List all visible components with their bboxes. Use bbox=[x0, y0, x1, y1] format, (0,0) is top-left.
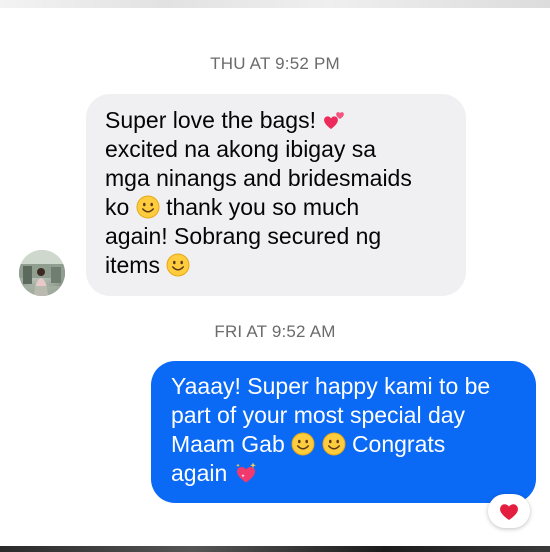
smiling-face-emoji bbox=[322, 432, 346, 456]
outgoing-text-4: Congrats bbox=[351, 431, 446, 457]
avatar-photo-icon bbox=[19, 250, 65, 296]
outgoing-line-2: part of your most special day bbox=[171, 402, 466, 428]
incoming-line-4: ko thank you so much bbox=[105, 193, 448, 222]
two-hearts-emoji bbox=[322, 108, 346, 132]
incoming-text-1: Super love the bags! bbox=[105, 107, 316, 133]
incoming-line-3: mga ninangs and bridesmaids bbox=[105, 165, 412, 191]
outgoing-message-bubble[interactable]: Yaaay! Super happy kami to be part of yo… bbox=[151, 361, 536, 503]
outgoing-text-3: Maam Gab bbox=[171, 431, 285, 457]
heart-icon bbox=[500, 504, 518, 520]
outgoing-line-4: again bbox=[171, 459, 522, 488]
top-edge bbox=[0, 0, 550, 8]
incoming-message-bubble[interactable]: Super love the bags! excited na akong ib… bbox=[86, 94, 466, 296]
smiling-face-emoji bbox=[291, 432, 315, 456]
timestamp-thu: THU AT 9:52 PM bbox=[210, 54, 340, 73]
outgoing-line-3: Maam Gab Congrats bbox=[171, 430, 522, 459]
incoming-line-6: items bbox=[105, 251, 448, 280]
incoming-line-5: again! Sobrang secured ng bbox=[105, 223, 382, 249]
incoming-text-4: ko bbox=[105, 194, 130, 220]
smiling-face-emoji bbox=[166, 253, 190, 277]
incoming-text-7: items bbox=[105, 252, 160, 278]
timestamp-fri: FRI AT 9:52 AM bbox=[214, 322, 336, 341]
incoming-line-2: excited na akong ibigay sa bbox=[105, 136, 377, 162]
bottom-edge bbox=[0, 546, 550, 552]
outgoing-line-1: Yaaay! Super happy kami to be bbox=[171, 373, 491, 399]
user-avatar[interactable] bbox=[19, 250, 65, 296]
smiling-face-emoji bbox=[136, 195, 160, 219]
red-heart-reaction-icon[interactable] bbox=[488, 494, 530, 528]
incoming-text-5: thank you so much bbox=[166, 194, 360, 220]
outgoing-text-5: again bbox=[171, 460, 228, 486]
sparkling-heart-emoji bbox=[234, 461, 258, 485]
incoming-line-1: Super love the bags! bbox=[105, 106, 448, 135]
